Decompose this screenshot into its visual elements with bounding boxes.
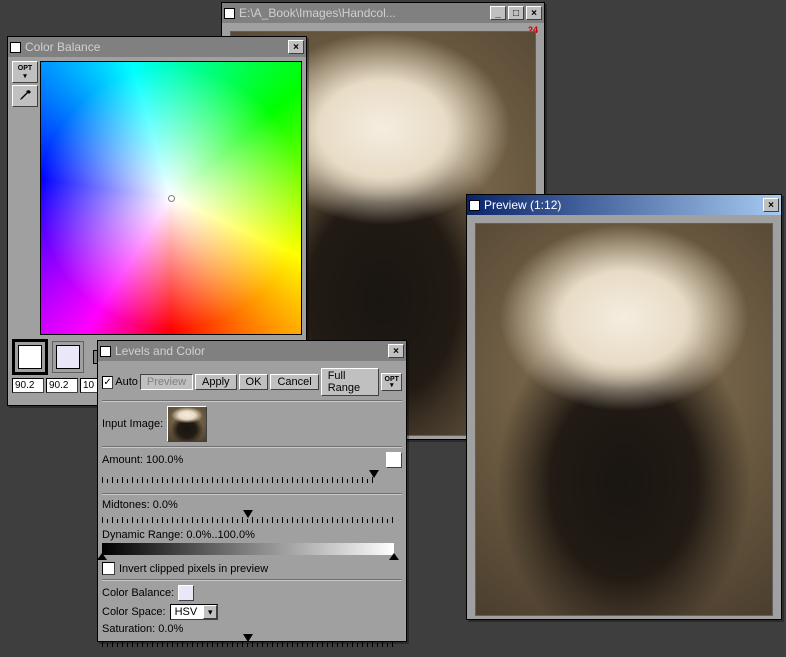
color-space-value: HSV bbox=[171, 606, 204, 618]
eyedropper-button[interactable] bbox=[12, 85, 38, 107]
color-balance-label: Color Balance: bbox=[102, 587, 174, 599]
value-input-1[interactable] bbox=[12, 378, 44, 393]
chevron-down-icon: ▾ bbox=[390, 383, 394, 388]
color-balance-titlebar[interactable]: Color Balance × bbox=[8, 37, 306, 57]
color-space-select[interactable]: HSV ▾ bbox=[170, 604, 219, 620]
levels-titlebar[interactable]: Levels and Color × bbox=[98, 341, 406, 361]
invert-label: Invert clipped pixels in preview bbox=[119, 563, 268, 575]
close-button[interactable]: × bbox=[288, 40, 304, 54]
dynamic-range-label: Dynamic Range: 0.0%..100.0% bbox=[102, 529, 255, 541]
apply-button[interactable]: Apply bbox=[195, 374, 237, 390]
amount-slider-handle[interactable] bbox=[369, 470, 379, 478]
app-icon bbox=[224, 8, 235, 19]
thumbnail-image bbox=[168, 407, 206, 441]
dynamic-range-slider[interactable] bbox=[102, 543, 394, 559]
eyedropper-icon bbox=[18, 89, 32, 103]
foreground-swatch[interactable] bbox=[18, 345, 42, 369]
picker-marker[interactable] bbox=[168, 195, 175, 202]
app-icon bbox=[10, 42, 21, 53]
preview-window: Preview (1:12) × bbox=[466, 194, 782, 620]
auto-label: Auto bbox=[115, 376, 138, 388]
midtones-slider-handle[interactable] bbox=[243, 510, 253, 518]
app-icon bbox=[469, 200, 480, 211]
levels-window: Levels and Color × ✓ Auto Preview Apply … bbox=[97, 340, 407, 642]
close-button[interactable]: × bbox=[388, 344, 404, 358]
amount-slider[interactable] bbox=[102, 471, 374, 489]
color-balance-title: Color Balance bbox=[25, 40, 288, 54]
chevron-down-icon: ▾ bbox=[23, 72, 27, 80]
preview-image bbox=[476, 224, 772, 615]
maximize-button[interactable]: □ bbox=[508, 6, 524, 20]
foreground-swatch-frame bbox=[12, 339, 48, 375]
background-swatch-frame bbox=[52, 341, 84, 373]
opt-label: OPT bbox=[18, 65, 32, 72]
saturation-slider[interactable] bbox=[102, 635, 394, 653]
color-picker[interactable] bbox=[40, 61, 302, 335]
color-balance-swatch[interactable] bbox=[178, 585, 194, 601]
preview-button[interactable]: Preview bbox=[140, 374, 193, 390]
input-image-label: Input Image: bbox=[102, 418, 163, 430]
minimize-button[interactable]: _ bbox=[490, 6, 506, 20]
color-space-label: Color Space: bbox=[102, 606, 166, 618]
saturation-label: Saturation: 0.0% bbox=[102, 623, 183, 635]
midtones-slider[interactable] bbox=[102, 511, 394, 529]
invert-checkbox[interactable] bbox=[102, 562, 115, 575]
levels-title: Levels and Color bbox=[115, 344, 388, 358]
options-button[interactable]: OPT ▾ bbox=[381, 373, 402, 391]
options-button[interactable]: OPT ▾ bbox=[12, 61, 38, 83]
dynamic-range-low-handle[interactable] bbox=[97, 553, 107, 560]
preview-titlebar[interactable]: Preview (1:12) × bbox=[467, 195, 781, 215]
image-window-titlebar[interactable]: E:\A_Book\Images\Handcol... _ □ × bbox=[222, 3, 544, 23]
app-icon bbox=[100, 346, 111, 357]
ok-button[interactable]: OK bbox=[239, 374, 269, 390]
saturation-slider-handle[interactable] bbox=[243, 634, 253, 642]
amount-label: Amount: 100.0% bbox=[102, 454, 183, 466]
dynamic-range-high-handle[interactable] bbox=[389, 553, 399, 560]
input-image-thumbnail[interactable] bbox=[167, 406, 207, 442]
preview-title: Preview (1:12) bbox=[484, 198, 763, 212]
auto-checkbox[interactable]: ✓ bbox=[102, 376, 113, 389]
background-swatch[interactable] bbox=[56, 345, 80, 369]
preview-canvas[interactable] bbox=[475, 223, 773, 616]
amount-swatch[interactable] bbox=[386, 452, 402, 468]
dynamic-range-gradient bbox=[102, 543, 394, 555]
image-window-title: E:\A_Book\Images\Handcol... bbox=[239, 6, 490, 20]
close-button[interactable]: × bbox=[763, 198, 779, 212]
full-range-button[interactable]: Full Range bbox=[321, 368, 380, 396]
cancel-button[interactable]: Cancel bbox=[270, 374, 318, 390]
midtones-label: Midtones: 0.0% bbox=[102, 499, 178, 511]
chevron-down-icon: ▾ bbox=[203, 605, 217, 619]
value-input-2[interactable] bbox=[46, 378, 78, 393]
close-button[interactable]: × bbox=[526, 6, 542, 20]
